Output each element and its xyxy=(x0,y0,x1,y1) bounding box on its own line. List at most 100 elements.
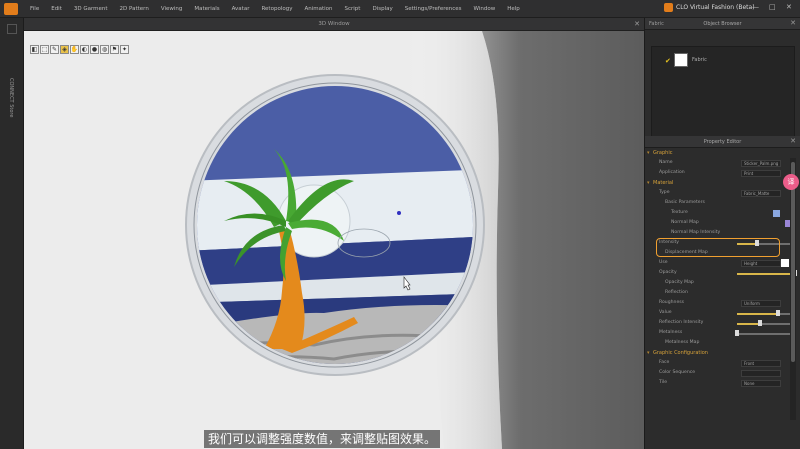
menubar: File Edit 3D Garment 2D Pattern Viewing Mater… xyxy=(0,0,800,18)
field-use[interactable]: Height xyxy=(741,259,781,267)
slider-knob-value[interactable] xyxy=(775,310,780,316)
label-opacity-map[interactable]: Opacity Map xyxy=(665,278,694,288)
menu-item-2d-pattern[interactable]: 2D Pattern xyxy=(114,6,155,12)
field-tile[interactable]: None xyxy=(741,379,781,387)
menu-item-settings-preferences[interactable]: Settings/Preferences xyxy=(399,6,468,12)
viewport-tool-9-icon[interactable]: ⚑ xyxy=(110,45,119,54)
menu-items: File Edit 3D Garment 2D Pattern Viewing Mater… xyxy=(24,6,526,12)
slider-fill-reflection-intensity xyxy=(737,323,761,325)
viewport-tool-6-icon[interactable]: ◐ xyxy=(80,45,89,54)
menu-item-avatar[interactable]: Avatar xyxy=(226,6,256,12)
label-type: Type xyxy=(659,190,670,195)
section-material[interactable]: Material xyxy=(645,178,800,188)
label-value: Value xyxy=(659,310,672,315)
viewport-tool-3-icon[interactable]: ✎ xyxy=(50,45,59,54)
property-editor-title: Property Editor xyxy=(703,139,742,145)
window3d-title: 3D Window xyxy=(318,21,350,27)
slider-reflection-intensity[interactable] xyxy=(737,323,795,325)
subtitle-text: 我们可以调整强度数值，来调整贴图效果。 xyxy=(203,430,440,448)
menu-item-edit[interactable]: Edit xyxy=(45,6,68,12)
slider-value[interactable] xyxy=(737,313,795,315)
menu-item-help[interactable]: Help xyxy=(501,6,526,12)
property-scrollbar[interactable] xyxy=(790,158,796,420)
row-basic-parameters: Basic Parameters xyxy=(645,198,800,208)
texture-swatch[interactable] xyxy=(773,209,780,217)
viewport-tool-7-icon[interactable]: ● xyxy=(90,45,99,54)
menu-item-materials[interactable]: Materials xyxy=(188,6,225,12)
viewport-tool-5-icon[interactable]: ✋ xyxy=(70,45,79,54)
window3d-close-icon[interactable]: ✕ xyxy=(634,20,640,28)
section-graphic[interactable]: Graphic xyxy=(645,148,800,158)
minimize-button[interactable]: — xyxy=(752,3,759,11)
slider-fill-value xyxy=(737,313,778,315)
slider-fill-opacity xyxy=(737,273,795,275)
field-roughness[interactable]: Uniform xyxy=(741,299,781,307)
slider-knob-reflection-intensity[interactable] xyxy=(758,320,763,326)
object-browser-header: Fabric Object Browser ✕ xyxy=(645,18,800,30)
menu-item-viewing[interactable]: Viewing xyxy=(155,6,189,12)
field-type[interactable]: Fabric_Matte xyxy=(741,189,781,197)
field-application[interactable]: Print xyxy=(741,169,781,177)
menu-item-display[interactable]: Display xyxy=(366,6,398,12)
viewport-tool-2-icon[interactable]: ⬚ xyxy=(40,45,49,54)
menu-item-3d-garment[interactable]: 3D Garment xyxy=(68,6,114,12)
row-type: Type Fabric_Matte xyxy=(645,188,800,198)
object-browser-close-icon[interactable]: ✕ xyxy=(790,19,796,27)
label-use: Use xyxy=(659,260,668,265)
app-logo-icon xyxy=(4,2,18,15)
label-roughness: Roughness xyxy=(659,300,685,305)
row-reflection-intensity: Reflection Intensity xyxy=(645,318,800,328)
fabric-swatch[interactable] xyxy=(674,53,688,67)
menu-item-file[interactable]: File xyxy=(24,6,45,12)
property-rows: Graphic Name Sticker_Palm.png Application Pr… xyxy=(645,148,800,388)
menu-item-animation[interactable]: Animation xyxy=(298,6,338,12)
3d-viewport[interactable] xyxy=(24,31,644,449)
viewport-tool-10-icon[interactable]: ✦ xyxy=(120,45,129,54)
viewport-tool-4-icon[interactable]: ◈ xyxy=(60,45,69,54)
row-tile: Tile None xyxy=(645,378,800,388)
fabric-item-label[interactable]: Fabric xyxy=(692,57,707,63)
field-color-sequence[interactable] xyxy=(741,369,781,377)
app-title: CLO Virtual Fashion (Beta) xyxy=(664,3,755,12)
displacement-color-swatch[interactable] xyxy=(781,259,789,267)
menu-item-window[interactable]: Window xyxy=(468,6,502,12)
property-scrollbar-thumb[interactable] xyxy=(791,162,795,362)
label-color-sequence: Color Sequence xyxy=(659,370,696,375)
label-face: Face xyxy=(659,360,670,365)
label-texture: Texture xyxy=(671,210,688,215)
close-button[interactable]: ✕ xyxy=(786,3,792,11)
property-editor-close-icon[interactable]: ✕ xyxy=(790,137,796,145)
label-name: Name xyxy=(659,160,673,165)
row-metalness-map: Metalness Map xyxy=(645,338,800,348)
checkmark-icon[interactable]: ✔ xyxy=(665,57,671,65)
translate-badge[interactable]: 译 xyxy=(783,174,799,190)
menu-item-script[interactable]: Script xyxy=(339,6,367,12)
label-reflection[interactable]: Reflection xyxy=(665,288,688,298)
intensity-highlight-box xyxy=(656,238,780,257)
slider-opacity[interactable] xyxy=(737,273,795,275)
connect-store-tab[interactable]: CONNECT Store xyxy=(8,78,14,117)
row-application: Application Print xyxy=(645,168,800,178)
label-opacity: Opacity xyxy=(659,270,677,275)
row-normal-map-intensity: Normal Map Intensity xyxy=(645,228,800,238)
dock-pin-icon[interactable] xyxy=(7,24,17,34)
row-normal-map: Normal Map xyxy=(645,218,800,228)
field-name[interactable]: Sticker_Palm.png xyxy=(741,159,781,167)
maximize-button[interactable]: □ xyxy=(769,3,776,11)
menu-item-retopology[interactable]: Retopology xyxy=(255,6,298,12)
row-texture: Texture xyxy=(645,208,800,218)
row-opacity: Opacity xyxy=(645,268,800,278)
left-dock: CONNECT Store xyxy=(0,18,24,449)
garment-render xyxy=(24,31,502,449)
label-basic-parameters[interactable]: Basic Parameters xyxy=(665,198,705,208)
label-reflection-intensity: Reflection Intensity xyxy=(659,320,704,325)
label-metalness-map[interactable]: Metalness Map xyxy=(665,338,699,348)
section-graphic-configuration[interactable]: Graphic Configuration xyxy=(645,348,800,358)
slider-metalness[interactable] xyxy=(737,333,795,335)
slider-knob-metalness[interactable] xyxy=(735,330,739,336)
field-face[interactable]: Front xyxy=(741,359,781,367)
window3d-titlebar: 3D Window ✕ xyxy=(24,18,644,31)
viewport-tool-1-icon[interactable]: ◧ xyxy=(30,45,39,54)
app-mark-icon xyxy=(664,3,673,12)
viewport-tool-8-icon[interactable]: ◍ xyxy=(100,45,109,54)
